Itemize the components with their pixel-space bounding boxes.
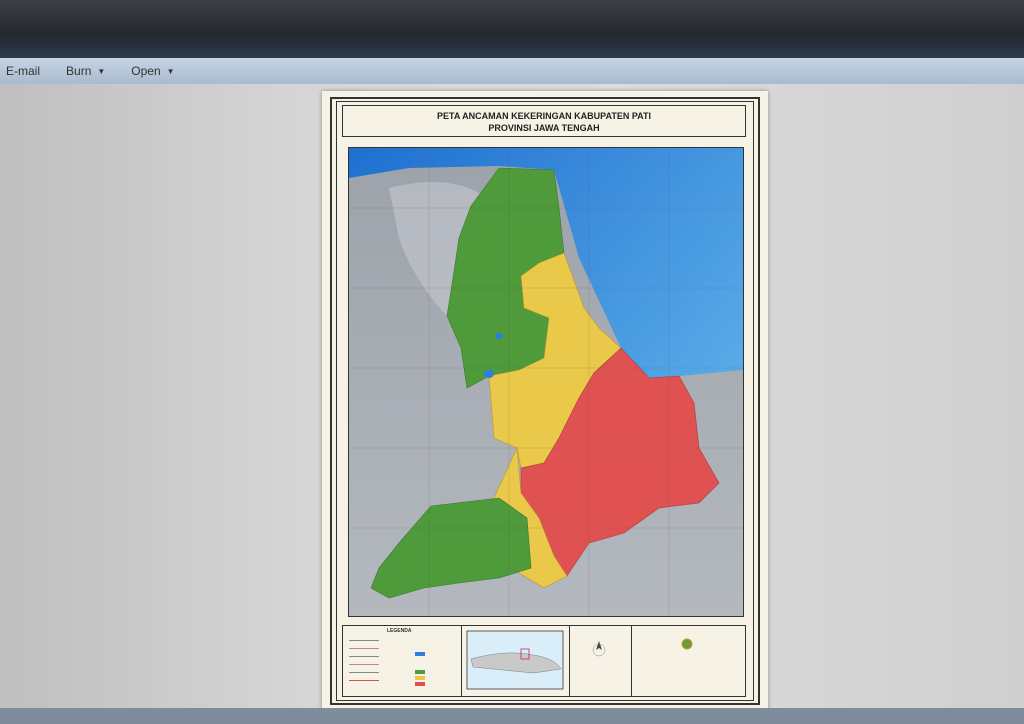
legend-line [349,640,379,641]
map-graphic [349,148,743,616]
threat-map [348,147,744,617]
north-arrow-cell [569,626,632,696]
info-cell [631,626,745,696]
regency-emblem-icon [681,638,693,650]
burn-button[interactable]: Burn ▼ [66,64,105,78]
legend-line [349,656,379,657]
legend-line [349,664,379,665]
map-document: PETA ANCAMAN KEKERINGAN KABUPATEN PATI P… [322,91,768,713]
reservoir [495,333,503,339]
legend-title: LEGENDA [387,628,412,634]
open-label: Open [131,64,161,78]
low-threat-swatch [415,670,425,674]
burn-label: Burn [66,64,92,78]
window-title-bar [0,0,1024,58]
map-title: PETA ANCAMAN KEKERINGAN KABUPATEN PATI [437,111,651,121]
status-bar [0,708,1024,724]
chevron-down-icon: ▼ [166,66,175,76]
north-arrow-icon [592,641,606,657]
viewer-toolbar: E-mail Burn ▼ Open ▼ [0,58,1024,85]
map-subtitle: PROVINSI JAWA TENGAH [488,123,600,133]
high-threat-swatch [415,682,425,686]
open-button[interactable]: Open ▼ [131,64,174,78]
legend-line [349,648,379,649]
legend-line [349,672,379,673]
legend-line [349,680,379,681]
water-swatch [415,652,425,656]
inset-map-cell [461,626,570,696]
medium-threat-swatch [415,676,425,680]
email-label: E-mail [6,64,41,78]
map-title-box: PETA ANCAMAN KEKERINGAN KABUPATEN PATI P… [342,105,746,137]
legend-cell: LEGENDA [343,626,462,696]
email-button[interactable]: E-mail [6,64,40,78]
inset-map [466,630,564,690]
reservoir [484,370,494,378]
map-legend-row: LEGENDA [342,625,746,697]
chevron-down-icon: ▼ [97,66,106,76]
